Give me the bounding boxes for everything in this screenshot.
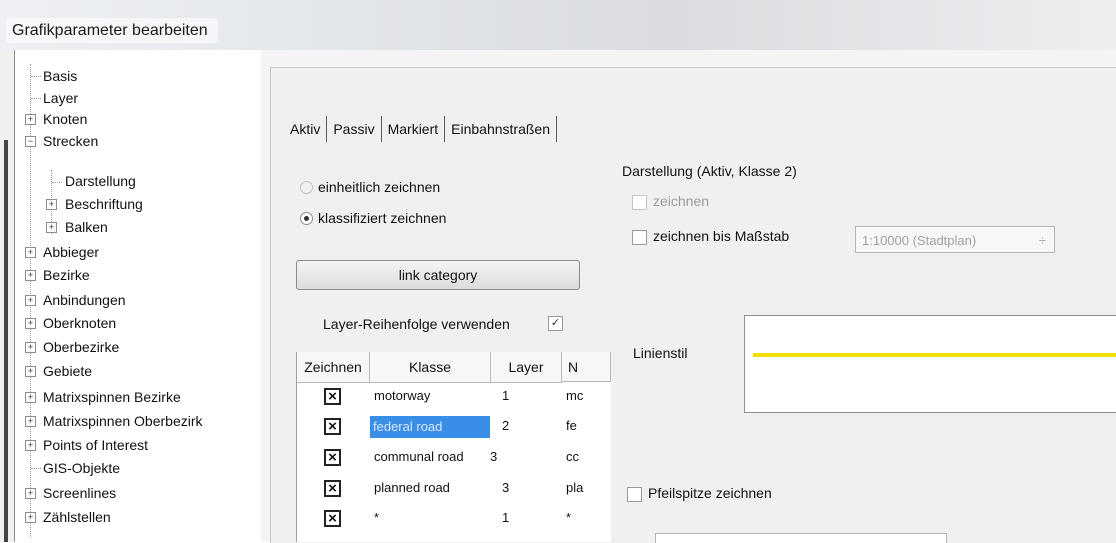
- tree-item-strecken[interactable]: Strecken: [43, 130, 98, 152]
- layer-order-checkbox[interactable]: ✓: [548, 316, 563, 331]
- spinner-arrows-icon[interactable]: ÷: [1039, 227, 1046, 254]
- draw-checkbox[interactable]: ×: [324, 480, 341, 497]
- radio-uniform-label[interactable]: einheitlich zeichnen: [318, 179, 440, 195]
- expand-icon[interactable]: +: [25, 366, 36, 377]
- table-cell-klasse[interactable]: motorway: [374, 388, 430, 403]
- expand-icon[interactable]: +: [25, 440, 36, 451]
- tree-item-basis[interactable]: Basis: [43, 65, 77, 87]
- tab-markiert[interactable]: Markiert: [382, 116, 446, 142]
- category-tree[interactable]: Basis Layer + Knoten − Strecken Darstell…: [14, 50, 262, 542]
- table-cell-name[interactable]: cc: [566, 449, 606, 464]
- tree-item-layer[interactable]: Layer: [43, 87, 78, 109]
- tree-item-matrixspinnen-bezirke[interactable]: Matrixspinnen Bezirke: [43, 386, 181, 408]
- tree-item-beschriftung[interactable]: Beschriftung: [65, 193, 143, 215]
- draw-until-scale-label[interactable]: zeichnen bis Maßstab: [653, 228, 789, 244]
- tree-item-anbindungen[interactable]: Anbindungen: [43, 289, 126, 311]
- table-cell-layer[interactable]: 1: [502, 388, 509, 403]
- expand-icon[interactable]: +: [25, 342, 36, 353]
- arrowhead-label[interactable]: Pfeilspitze zeichnen: [648, 485, 772, 501]
- display-group-title: Darstellung (Aktiv, Klasse 2): [622, 163, 797, 179]
- table-cell-klasse[interactable]: communal road: [374, 449, 464, 464]
- draw-label: zeichnen: [653, 193, 710, 209]
- tree-item-bezirke[interactable]: Bezirke: [43, 264, 90, 286]
- tab-passiv[interactable]: Passiv: [327, 116, 382, 142]
- left-edge: [0, 50, 14, 542]
- draw-until-scale-checkbox[interactable]: [632, 230, 647, 245]
- tree-item-oberbezirke[interactable]: Oberbezirke: [43, 336, 119, 358]
- column-header-name[interactable]: N: [562, 352, 611, 382]
- column-header-layer[interactable]: Layer: [491, 352, 562, 383]
- line-style-preview[interactable]: [744, 315, 1116, 413]
- expand-icon[interactable]: +: [46, 199, 57, 210]
- scale-select[interactable]: 1:10000 (Stadtplan) ÷: [855, 226, 1055, 253]
- tree-connector: [31, 98, 41, 99]
- table-cell-name[interactable]: mc: [566, 388, 606, 403]
- table-cell-klasse-selected[interactable]: federal road: [370, 416, 490, 438]
- tree-item-darstellung[interactable]: Darstellung: [65, 170, 136, 192]
- table-cell-klasse[interactable]: planned road: [374, 480, 450, 495]
- line-style-label: Linienstil: [633, 345, 688, 361]
- tree-connector: [52, 182, 62, 183]
- table-cell-name[interactable]: *: [566, 510, 606, 525]
- radio-classified-label[interactable]: klassifiziert zeichnen: [318, 210, 446, 226]
- expand-icon[interactable]: +: [25, 416, 36, 427]
- tree-item-oberknoten[interactable]: Oberknoten: [43, 312, 116, 334]
- table-cell-layer[interactable]: 3: [502, 480, 509, 495]
- expand-icon[interactable]: +: [25, 318, 36, 329]
- tab-strip: Aktiv Passiv Markiert Einbahnstraßen: [286, 116, 557, 142]
- title-bar[interactable]: Grafikparameter bearbeiten: [0, 0, 1116, 50]
- tree-item-gis-objekte[interactable]: GIS-Objekte: [43, 457, 120, 479]
- table-cell-layer[interactable]: 1: [502, 510, 509, 525]
- tree-item-zaehlstellen[interactable]: Zählstellen: [43, 506, 111, 528]
- tree-item-screenlines[interactable]: Screenlines: [43, 482, 116, 504]
- draw-checkbox[interactable]: ×: [324, 418, 341, 435]
- layer-order-label[interactable]: Layer-Reihenfolge verwenden: [323, 316, 510, 332]
- expand-icon[interactable]: +: [25, 392, 36, 403]
- table-cell-layer[interactable]: 2: [502, 418, 509, 433]
- tree-connector: [31, 468, 41, 469]
- tree-item-gebiete[interactable]: Gebiete: [43, 360, 92, 382]
- tab-aktiv[interactable]: Aktiv: [286, 116, 328, 142]
- expand-icon[interactable]: +: [25, 270, 36, 281]
- column-header-klasse[interactable]: Klasse: [370, 352, 491, 383]
- table-cell-name[interactable]: fe: [566, 418, 606, 433]
- expand-icon[interactable]: +: [25, 512, 36, 523]
- tree-item-knoten[interactable]: Knoten: [43, 108, 87, 130]
- expand-icon[interactable]: +: [25, 247, 36, 258]
- draw-checkbox[interactable]: ×: [324, 449, 341, 466]
- tree-item-abbieger[interactable]: Abbieger: [43, 241, 99, 263]
- draw-checkbox-disabled[interactable]: [632, 195, 647, 210]
- tree-item-balken[interactable]: Balken: [65, 216, 108, 238]
- tree-item-points-of-interest[interactable]: Points of Interest: [43, 434, 148, 456]
- table-cell-klasse[interactable]: *: [374, 510, 379, 525]
- radio-uniform[interactable]: [300, 181, 313, 194]
- tab-einbahnstrassen[interactable]: Einbahnstraßen: [445, 116, 557, 142]
- link-category-button[interactable]: link category: [296, 260, 580, 290]
- expand-icon[interactable]: +: [46, 222, 57, 233]
- draw-checkbox[interactable]: ×: [324, 510, 341, 527]
- arrowhead-checkbox[interactable]: [627, 487, 642, 502]
- expand-icon[interactable]: +: [25, 114, 36, 125]
- tree-connector: [31, 76, 41, 77]
- column-header-zeichnen[interactable]: Zeichnen: [297, 352, 370, 383]
- expand-icon[interactable]: +: [25, 488, 36, 499]
- table-cell-layer[interactable]: 3: [490, 449, 497, 464]
- window-title: Grafikparameter bearbeiten: [6, 18, 218, 43]
- draw-checkbox[interactable]: ×: [324, 388, 341, 405]
- expand-icon[interactable]: +: [25, 295, 36, 306]
- collapse-icon[interactable]: −: [25, 136, 36, 147]
- radio-classified[interactable]: [300, 212, 313, 225]
- line-style-sample: [753, 353, 1116, 357]
- table-cell-name[interactable]: pla: [566, 480, 606, 495]
- tree-item-matrixspinnen-oberbezirk[interactable]: Matrixspinnen Oberbezirk: [43, 410, 203, 432]
- class-table[interactable]: Zeichnen Klasse Layer N × motorway 1 mc …: [296, 352, 611, 542]
- scale-select-value: 1:10000 (Stadtplan): [862, 233, 977, 248]
